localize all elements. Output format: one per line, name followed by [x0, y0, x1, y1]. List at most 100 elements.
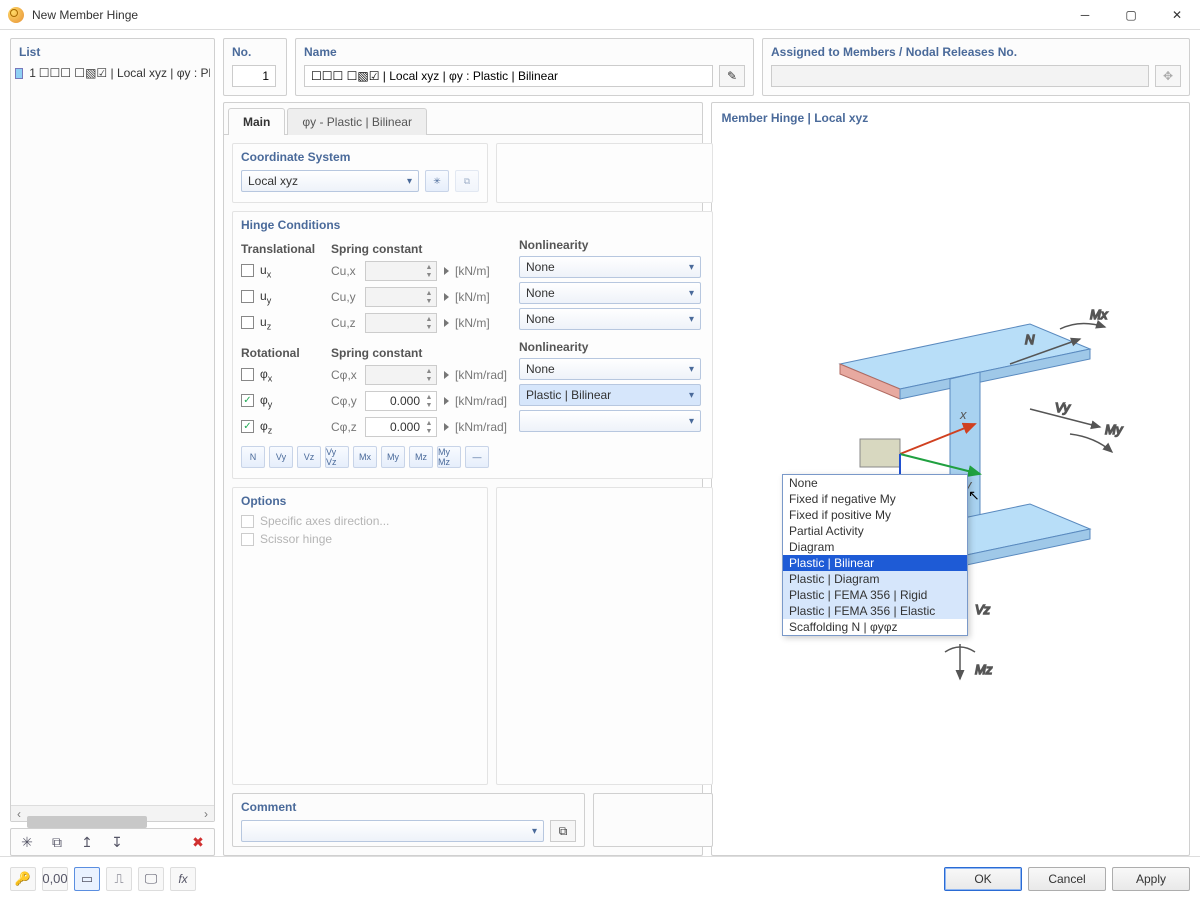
expand-icon[interactable]: [444, 267, 449, 275]
assigned-label: Assigned to Members / Nodal Releases No.: [763, 39, 1189, 65]
preset-button[interactable]: N: [241, 446, 265, 468]
list-item[interactable]: 1 ☐☐☐ ☐▧☑ | Local xyz | φy : Plastic | B…: [11, 65, 214, 81]
tab-main[interactable]: Main: [228, 108, 285, 135]
view-1-button[interactable]: ▭: [74, 867, 100, 891]
fx-button[interactable]: fx: [170, 867, 196, 891]
preset-button-strip: NVyVzVy VzMxMyMzMy Mz—: [241, 446, 507, 468]
expand-icon[interactable]: [444, 293, 449, 301]
comment-combo[interactable]: ▾: [241, 820, 544, 842]
svg-text:Mx: Mx: [1090, 307, 1108, 322]
minimize-button[interactable]: ─: [1062, 0, 1108, 30]
comment-library-button[interactable]: ⧉: [550, 820, 576, 842]
preset-button[interactable]: Mz: [409, 446, 433, 468]
dropdown-item[interactable]: Plastic | FEMA 356 | Elastic: [783, 603, 967, 619]
axes-dir-checkbox: [241, 515, 254, 528]
scissor-checkbox: [241, 533, 254, 546]
nonlinearity-combo[interactable]: None ▾: [519, 256, 701, 278]
spring-value-input: ▲▼: [365, 261, 437, 281]
hinge-checkbox[interactable]: [241, 264, 254, 277]
tab-phi-y-plastic[interactable]: φy - Plastic | Bilinear: [287, 108, 427, 135]
nonlinearity-combo[interactable]: ▾: [519, 410, 701, 432]
blank-panel: [593, 793, 713, 847]
move-up-button[interactable]: ↥: [75, 830, 99, 854]
hinge-symbol: φx: [260, 367, 272, 383]
dropdown-item[interactable]: Plastic | FEMA 356 | Rigid: [783, 587, 967, 603]
coord-system-title: Coordinate System: [241, 150, 479, 164]
view-2-button[interactable]: ⎍: [106, 867, 132, 891]
blank-group: [496, 143, 713, 203]
nonlinearity-combo[interactable]: Plastic | Bilinear ▾: [519, 384, 701, 406]
hinge-checkbox[interactable]: [241, 290, 254, 303]
maximize-button[interactable]: ▢: [1108, 0, 1154, 30]
list-swatch-icon: [15, 68, 23, 79]
preset-button[interactable]: —: [465, 446, 489, 468]
apply-button[interactable]: Apply: [1112, 867, 1190, 891]
nonlinearity-combo[interactable]: None ▾: [519, 282, 701, 304]
spring-value-input: ▲▼: [365, 313, 437, 333]
dropdown-item[interactable]: Diagram: [783, 539, 967, 555]
coord-system-combo[interactable]: Local xyz ▾: [241, 170, 419, 192]
svg-text:Vy: Vy: [1055, 400, 1071, 415]
edit-coord-button[interactable]: ⧉: [455, 170, 479, 192]
app-icon: [8, 7, 24, 23]
list-panel: List 1 ☐☐☐ ☐▧☑ | Local xyz | φy : Plasti…: [10, 38, 215, 822]
scroll-thumb[interactable]: [27, 816, 147, 828]
preset-button[interactable]: Vy: [269, 446, 293, 468]
dropdown-item[interactable]: Partial Activity: [783, 523, 967, 539]
list-hscrollbar[interactable]: ‹ ›: [11, 805, 214, 821]
pick-member-button[interactable]: ✥: [1155, 65, 1181, 87]
assigned-input[interactable]: [771, 65, 1149, 87]
number-input[interactable]: [232, 65, 276, 87]
hinge-symbol: φy: [260, 393, 272, 409]
dropdown-item[interactable]: Scaffolding N | φyφz: [783, 619, 967, 635]
hinge-checkbox[interactable]: [241, 368, 254, 381]
chevron-down-icon: ▾: [689, 262, 694, 273]
coef-label: Cu,z: [331, 316, 361, 330]
expand-icon[interactable]: [444, 371, 449, 379]
nonlinearity-dropdown-popup[interactable]: NoneFixed if negative MyFixed if positiv…: [782, 474, 968, 636]
expand-icon[interactable]: [444, 319, 449, 327]
view-3-button[interactable]: 🖵: [138, 867, 164, 891]
scroll-left-icon[interactable]: ‹: [11, 806, 27, 822]
ok-button[interactable]: OK: [944, 867, 1022, 891]
hinge-checkbox[interactable]: ✓: [241, 420, 254, 433]
nonlinearity-combo[interactable]: None ▾: [519, 308, 701, 330]
scroll-right-icon[interactable]: ›: [198, 806, 214, 822]
expand-icon[interactable]: [444, 423, 449, 431]
coef-label: Cφ,z: [331, 420, 361, 434]
hinge-checkbox[interactable]: [241, 316, 254, 329]
unit-label: [kNm/rad]: [455, 420, 507, 434]
preset-button[interactable]: Vy Vz: [325, 446, 349, 468]
dropdown-item[interactable]: None: [783, 475, 967, 491]
name-label: Name: [296, 39, 753, 65]
dropdown-item[interactable]: Plastic | Diagram: [783, 571, 967, 587]
spring-value-input[interactable]: 0.000 ▲▼: [365, 417, 437, 437]
nonlinearity-value: None: [526, 362, 555, 376]
hinge-checkbox[interactable]: ✓: [241, 394, 254, 407]
spring-value-input[interactable]: 0.000 ▲▼: [365, 391, 437, 411]
chevron-down-icon: ▾: [689, 364, 694, 375]
delete-item-button[interactable]: ✖: [186, 830, 210, 854]
edit-name-button[interactable]: ✎: [719, 65, 745, 87]
dropdown-item[interactable]: Fixed if negative My: [783, 491, 967, 507]
comment-label: Comment: [233, 794, 584, 820]
close-button[interactable]: ✕: [1154, 0, 1200, 30]
expand-icon[interactable]: [444, 397, 449, 405]
help-button[interactable]: 🔑: [10, 867, 36, 891]
dropdown-item[interactable]: Fixed if positive My: [783, 507, 967, 523]
coord-system-value: Local xyz: [248, 174, 298, 188]
move-down-button[interactable]: ↧: [105, 830, 129, 854]
hinge-row: ✓ φz Cφ,z 0.000 ▲▼ [kNm/rad]: [241, 414, 507, 440]
name-input[interactable]: [304, 65, 713, 87]
preset-button[interactable]: My Mz: [437, 446, 461, 468]
preset-button[interactable]: Mx: [353, 446, 377, 468]
units-button[interactable]: 0,00: [42, 867, 68, 891]
cancel-button[interactable]: Cancel: [1028, 867, 1106, 891]
preset-button[interactable]: Vz: [297, 446, 321, 468]
copy-item-button[interactable]: ⧉: [45, 830, 69, 854]
new-coord-button[interactable]: ✳: [425, 170, 449, 192]
dropdown-item[interactable]: Plastic | Bilinear: [783, 555, 967, 571]
new-item-button[interactable]: ✳: [15, 830, 39, 854]
nonlinearity-combo[interactable]: None ▾: [519, 358, 701, 380]
preset-button[interactable]: My: [381, 446, 405, 468]
